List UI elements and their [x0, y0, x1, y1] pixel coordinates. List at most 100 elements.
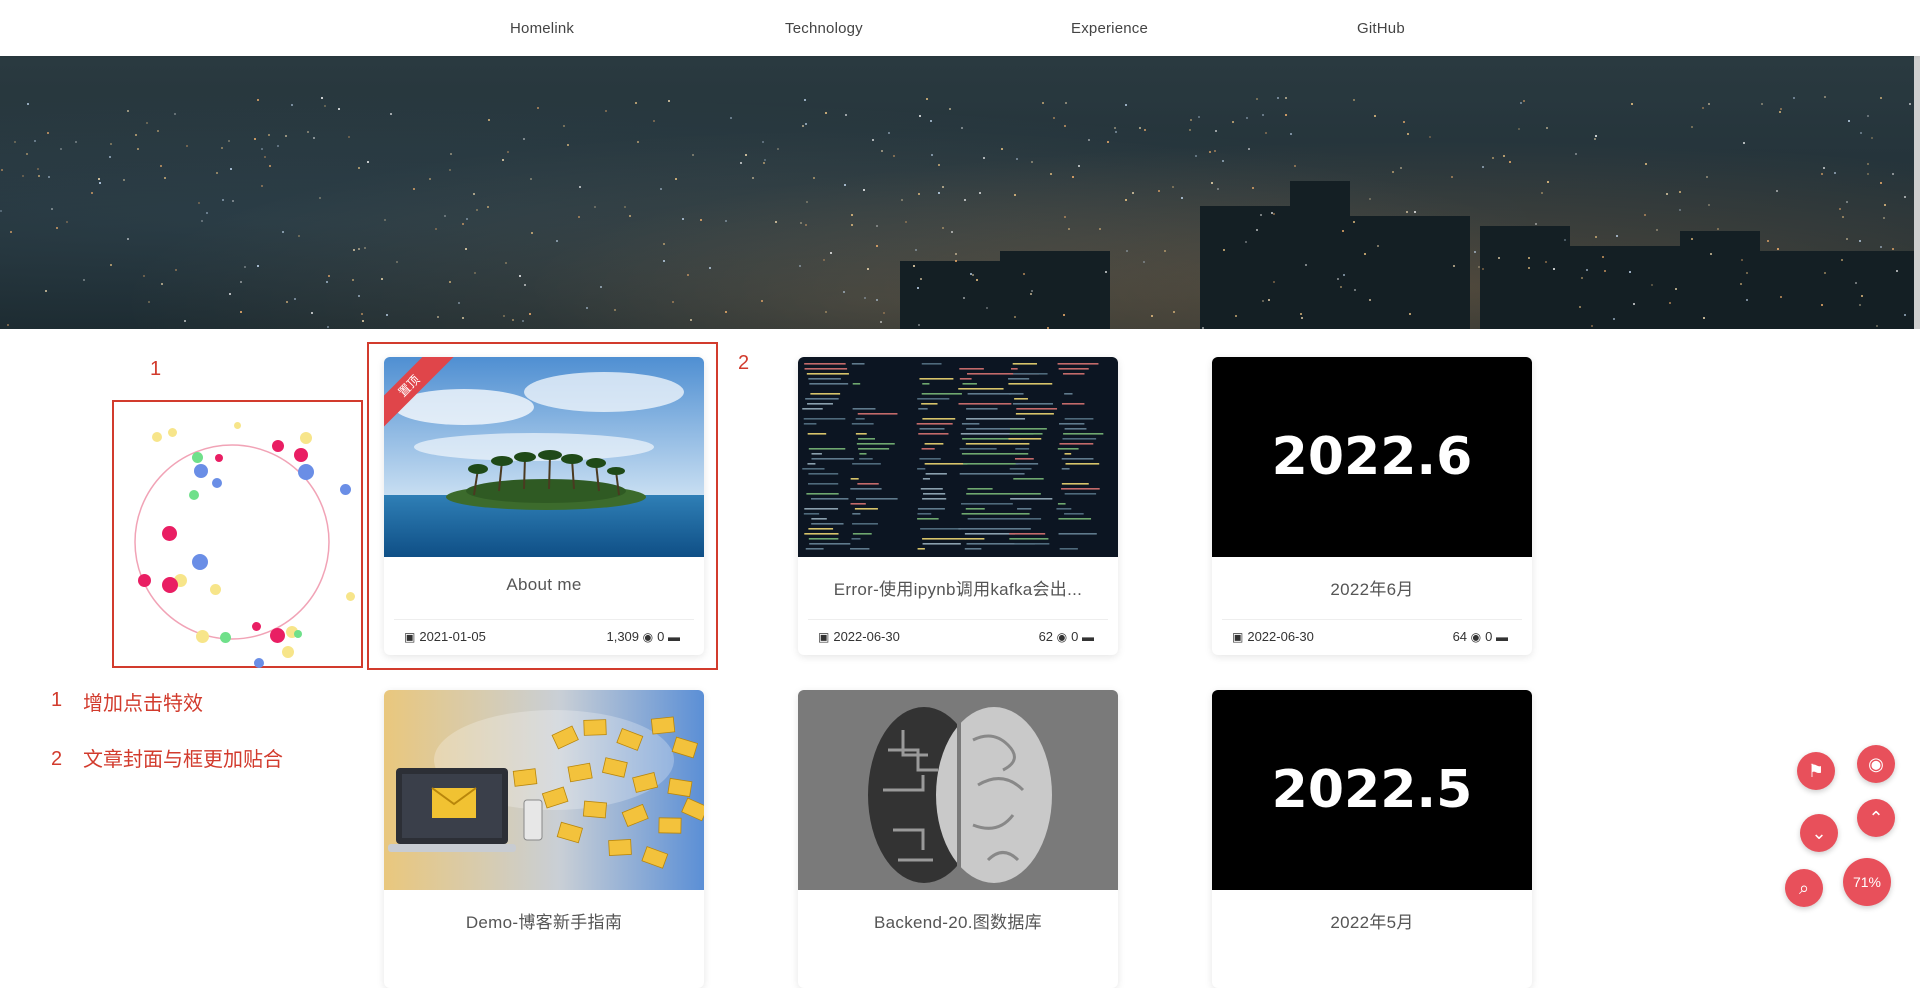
post-title[interactable]: About me — [394, 575, 694, 595]
hero-city-light — [1867, 163, 1869, 165]
code-line — [805, 368, 848, 370]
hero-city-light — [1629, 271, 1631, 273]
code-line — [921, 488, 943, 490]
hero-city-light — [942, 227, 944, 229]
post-card[interactable]: 2022.5 2022年5月 — [1212, 690, 1532, 988]
hero-city-light — [291, 104, 293, 106]
hero-city-light — [10, 231, 12, 233]
hero-city-light — [254, 138, 256, 140]
post-views: 62 — [1039, 629, 1053, 644]
code-line — [1065, 453, 1072, 455]
code-line — [1016, 463, 1038, 465]
code-line — [804, 508, 838, 510]
post-card[interactable]: 置顶 About me ▣2021-01-05 1,309 ◉0 ▬ — [384, 357, 704, 655]
scroll-up-button[interactable]: ⌃ — [1857, 799, 1895, 837]
hero-city-light — [160, 165, 162, 167]
post-card[interactable]: Demo-博客新手指南 — [384, 690, 704, 988]
envelope-shape — [584, 720, 607, 736]
click-effect-particle — [300, 432, 312, 444]
click-effect-particle — [298, 464, 314, 480]
scroll-down-button[interactable]: ⌄ — [1800, 814, 1838, 852]
annotation-note-2-num: 2 — [51, 748, 62, 771]
nav-github[interactable]: GitHub — [1357, 20, 1405, 37]
hero-city-light — [926, 98, 928, 100]
hero-city-light — [175, 269, 177, 271]
code-line — [920, 428, 945, 430]
hero-city-light — [1125, 199, 1127, 201]
hero-city-light — [143, 275, 145, 277]
hero-city-light — [1248, 148, 1250, 150]
hero-city-light — [1478, 266, 1480, 268]
nav-technology[interactable]: Technology — [785, 20, 863, 37]
post-cover-island[interactable]: 置顶 — [384, 357, 704, 557]
code-line — [962, 423, 979, 425]
click-effect-particle — [212, 478, 222, 488]
hero-city-light — [1453, 265, 1455, 267]
code-line — [963, 383, 977, 385]
cover-year-text: 2022.6 — [1212, 357, 1532, 557]
post-cover-2022-5[interactable]: 2022.5 — [1212, 690, 1532, 890]
code-line — [1016, 413, 1054, 415]
search-button[interactable]: ⌕ — [1785, 869, 1823, 907]
post-title[interactable]: Demo-博客新手指南 — [394, 908, 694, 933]
reading-progress-button[interactable]: 71% — [1843, 858, 1891, 906]
post-card[interactable]: Error-使用ipynb调用kafka会出... ▣2022-06-30 62… — [798, 357, 1118, 655]
hero-city-light — [825, 311, 827, 313]
code-line — [804, 513, 819, 515]
hero-city-light — [1604, 270, 1606, 272]
post-comments: 0 — [1485, 629, 1492, 644]
code-line — [963, 463, 1018, 465]
gift-button[interactable]: ⚑ — [1797, 752, 1835, 790]
hero-city-light — [1158, 190, 1160, 192]
hero-city-light — [198, 202, 200, 204]
hero-city-light — [675, 178, 677, 180]
code-line — [851, 503, 866, 505]
post-title[interactable]: 2022年6月 — [1222, 575, 1522, 600]
hero-city-light — [1132, 192, 1134, 194]
annotation-note-2-text: 文章封面与框更加贴合 — [83, 743, 283, 772]
hero-city-light — [1014, 316, 1016, 318]
code-line — [1009, 393, 1024, 395]
page-scrollbar[interactable] — [1914, 56, 1920, 329]
post-cover-2022-6[interactable]: 2022.6 — [1212, 357, 1532, 557]
hero-city-light — [476, 209, 478, 211]
code-line — [966, 408, 997, 410]
hero-city-light — [1509, 161, 1511, 163]
nav-experience[interactable]: Experience — [1071, 20, 1148, 37]
click-effect-particle — [210, 584, 221, 595]
post-title[interactable]: 2022年5月 — [1222, 908, 1522, 933]
hero-city-light — [38, 175, 40, 177]
hero-city-light — [1300, 313, 1302, 315]
hero-city-light — [881, 150, 883, 152]
hero-city-light — [844, 184, 846, 186]
post-cover-brain[interactable] — [798, 690, 1118, 890]
post-title[interactable]: Backend-20.图数据库 — [808, 908, 1108, 933]
code-line — [958, 388, 1003, 390]
hero-city-light — [1909, 103, 1911, 105]
reading-mode-button[interactable]: ◉ — [1857, 745, 1895, 783]
code-line — [811, 498, 848, 500]
code-line — [962, 513, 1030, 515]
hero-city-light — [1651, 284, 1653, 286]
hero-city-light — [1708, 103, 1710, 105]
code-line — [807, 463, 815, 465]
post-title[interactable]: Error-使用ipynb调用kafka会出... — [808, 575, 1108, 600]
hero-city-light — [1703, 317, 1705, 319]
post-card[interactable]: Backend-20.图数据库 — [798, 690, 1118, 988]
click-effect-particle — [294, 630, 302, 638]
post-date: 2021-01-05 — [419, 629, 486, 644]
code-line — [966, 418, 1025, 420]
hero-city-light — [1518, 128, 1520, 130]
post-cover-code[interactable] — [798, 357, 1118, 557]
click-effect-particle — [272, 440, 284, 452]
nav-homelink[interactable]: Homelink — [510, 20, 574, 37]
hero-city-light — [524, 284, 526, 286]
post-cover-mail[interactable] — [384, 690, 704, 890]
hero-city-light — [951, 231, 953, 233]
code-line — [1062, 483, 1089, 485]
hero-city-light — [1277, 97, 1279, 99]
hero-city-light — [1669, 302, 1671, 304]
hero-city-light — [313, 137, 315, 139]
hero-city-light — [1855, 282, 1857, 284]
post-card[interactable]: 2022.6 2022年6月 ▣2022-06-30 64 ◉0 ▬ — [1212, 357, 1532, 655]
